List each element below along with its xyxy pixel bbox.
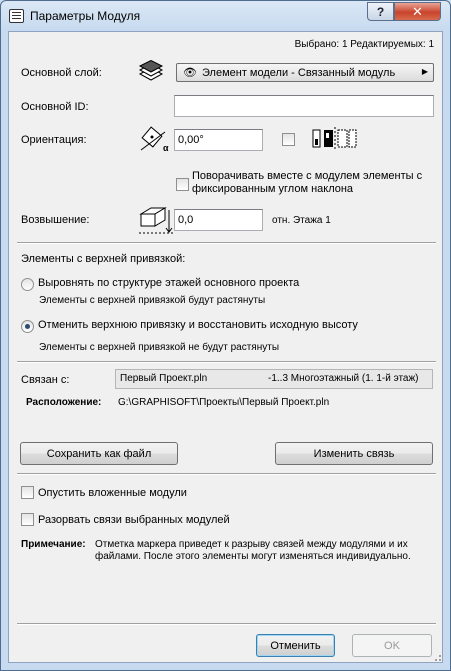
mirror-icon [312, 127, 357, 151]
window-title: Параметры Модуля [30, 9, 141, 23]
linked-stories: -1..3 Многоэтажный (1. 1-й этаж) [268, 373, 419, 384]
location-label: Расположение: [26, 397, 102, 408]
separator [17, 623, 436, 625]
separator [17, 473, 436, 475]
app-icon [9, 9, 24, 23]
svg-text:α: α [163, 143, 169, 153]
elevation-reference: отн. Этажа 1 [272, 215, 331, 226]
linked-with-label: Связан с: [21, 374, 70, 386]
selection-info: Выбрано: 1 Редактируемых: 1 [294, 39, 434, 50]
align-stories-note: Элементы с верхней привязкой будут растя… [39, 295, 266, 306]
rotate-with-module-checkbox[interactable] [176, 178, 189, 191]
note-label: Примечание: [21, 539, 86, 550]
align-stories-label: Выровнять по структуре этажей основного … [38, 277, 300, 289]
orientation-lock-checkbox[interactable] [282, 133, 295, 146]
rotate-with-module-label: Поворачивать вместе с модулем элементы с… [192, 170, 423, 195]
orientation-input[interactable]: 0,00° [174, 129, 263, 151]
separator [17, 361, 436, 363]
dialog-body: Выбрано: 1 Редактируемых: 1 Основной сло… [8, 31, 443, 663]
skip-nested-checkbox[interactable] [21, 486, 34, 499]
layer-dropdown[interactable]: 👁 Элемент модели - Связанный модуль ▶ [176, 63, 434, 82]
main-id-label: Основной ID: [21, 101, 89, 113]
eye-icon: 👁 [183, 67, 197, 79]
restore-height-label: Отменить верхнюю привязку и восстановить… [38, 319, 358, 331]
linked-file-field: Первый Проект.pln -1..3 Многоэтажный (1.… [115, 369, 433, 389]
separator [17, 242, 436, 244]
cancel-button[interactable]: Отменить [256, 634, 335, 657]
orientation-label: Ориентация: [21, 134, 87, 146]
elevation-icon [139, 207, 173, 234]
top-linked-heading: Элементы с верхней привязкой: [21, 253, 186, 265]
note-text: Отметка маркера приведет к разрыву связе… [95, 539, 411, 562]
help-button[interactable]: ? [367, 2, 394, 21]
orientation-icon: α [140, 126, 169, 153]
break-links-checkbox[interactable] [21, 513, 34, 526]
save-as-file-button[interactable]: Сохранить как файл [20, 442, 178, 465]
skip-nested-label: Опустить вложенные модули [38, 487, 187, 499]
layer-value: Элемент модели - Связанный модуль [202, 67, 396, 79]
location-path: G:\GRAPHISOFT\Проекты\Первый Проект.pln [118, 397, 330, 408]
dropdown-arrow-icon: ▶ [421, 67, 428, 76]
restore-height-note: Элементы с верхней привязкой не будут ра… [39, 342, 280, 353]
dialog-window: Параметры Модуля ? ✕ Выбрано: 1 Редактир… [0, 0, 451, 671]
main-id-input[interactable] [174, 95, 434, 117]
elevation-label: Возвышение: [21, 214, 90, 226]
align-stories-radio[interactable] [21, 278, 34, 291]
ok-button[interactable]: OK [352, 634, 432, 657]
resize-grip-icon[interactable] [432, 652, 442, 662]
linked-project-name: Первый Проект.pln [120, 373, 208, 384]
break-links-label: Разорвать связи выбранных модулей [38, 514, 230, 526]
layers-icon [138, 60, 164, 81]
title-bar[interactable]: Параметры Модуля ? ✕ [1, 1, 450, 31]
restore-height-radio[interactable] [21, 320, 34, 333]
elevation-input[interactable]: 0,0 [174, 209, 263, 231]
layer-label: Основной слой: [21, 67, 102, 79]
change-link-button[interactable]: Изменить связь [275, 442, 433, 465]
close-button[interactable]: ✕ [394, 2, 441, 21]
